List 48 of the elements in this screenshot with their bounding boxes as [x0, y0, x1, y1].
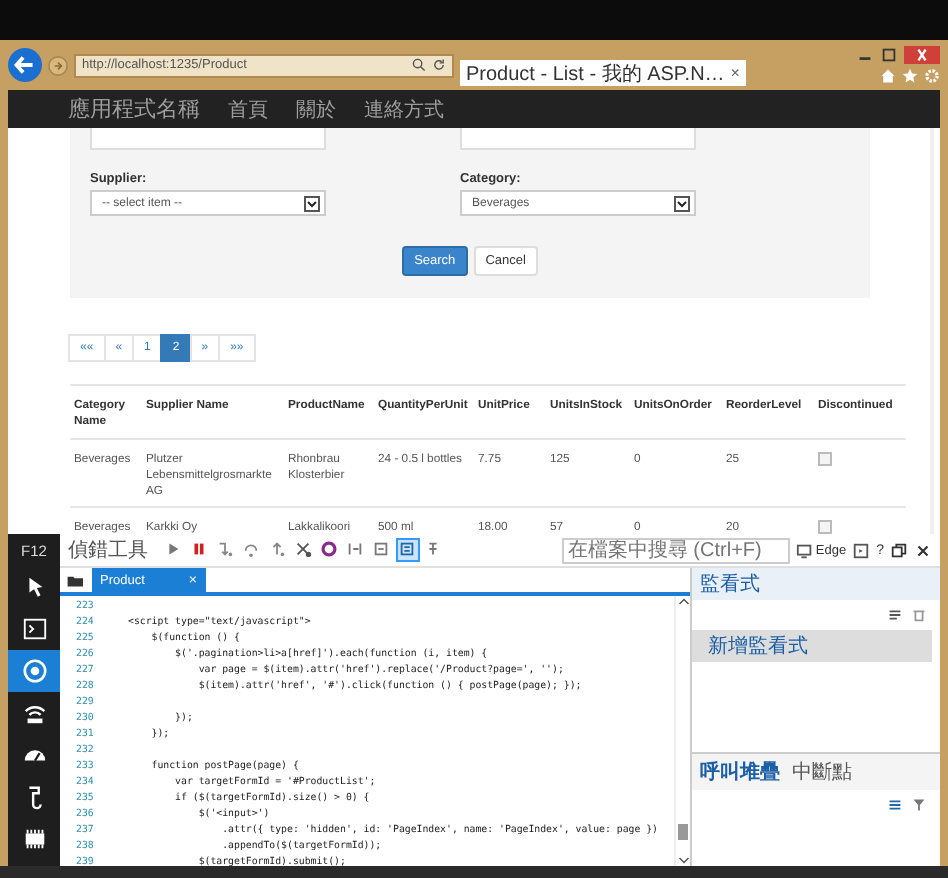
wifi-icon — [21, 700, 47, 726]
undock-icon[interactable] — [890, 541, 908, 559]
maximize-icon[interactable] — [880, 46, 898, 64]
input-field[interactable] — [460, 128, 696, 150]
dropdown-arrow-icon[interactable] — [304, 195, 320, 211]
search-icon[interactable] — [412, 58, 426, 72]
filter-icon[interactable] — [910, 796, 928, 814]
folder-icon[interactable] — [66, 573, 86, 587]
panel-title: 監看式 — [692, 568, 940, 600]
scrollbar[interactable] — [674, 596, 690, 866]
delete-icon[interactable] — [910, 606, 928, 624]
toolbar-button[interactable] — [396, 538, 420, 562]
pause-icon — [190, 540, 208, 558]
toolbar-button[interactable] — [318, 538, 342, 562]
step-out-icon — [268, 540, 286, 558]
console-icon — [21, 616, 47, 642]
panel-tab[interactable]: 中斷點 — [792, 758, 852, 786]
nav-link[interactable]: 首頁 — [228, 95, 268, 123]
add-watch-icon[interactable] — [886, 606, 904, 624]
refresh-icon[interactable] — [432, 58, 446, 72]
nav-link[interactable]: 連絡方式 — [364, 95, 444, 123]
toolbar-button[interactable] — [214, 538, 238, 562]
star-icon[interactable] — [902, 68, 918, 84]
play-icon — [164, 540, 182, 558]
nav-link[interactable]: 關於 — [296, 95, 336, 123]
toolbar-button[interactable] — [292, 538, 316, 562]
input-field[interactable] — [90, 128, 326, 150]
device-icon — [21, 826, 47, 852]
scroll-up-icon[interactable] — [677, 596, 689, 606]
scroll-thumb[interactable] — [678, 824, 688, 840]
panel-tab[interactable]: 呼叫堆疊 — [700, 758, 780, 786]
monitor-icon — [795, 541, 814, 559]
dropdown-arrow-icon[interactable] — [674, 195, 690, 211]
close-icon[interactable] — [914, 541, 932, 559]
checkbox[interactable] — [818, 451, 832, 466]
devtools-title: 偵錯工具 — [68, 538, 148, 564]
exception-icon — [320, 540, 338, 558]
back-button[interactable] — [8, 48, 42, 82]
brand-link[interactable]: 應用程式名稱 — [68, 94, 200, 124]
step-into-icon — [216, 540, 234, 558]
scroll-down-icon[interactable] — [677, 856, 689, 866]
list-icon[interactable] — [886, 796, 904, 814]
add-watch-row[interactable]: 新增監看式 — [692, 630, 932, 662]
step-over-icon — [242, 540, 260, 558]
checkbox[interactable] — [818, 520, 832, 534]
dock-icon[interactable] — [852, 541, 871, 559]
tab-close-button[interactable]: × — [730, 64, 740, 82]
browser-tab[interactable]: Product - List - 我的 ASP.N… × — [460, 60, 746, 86]
